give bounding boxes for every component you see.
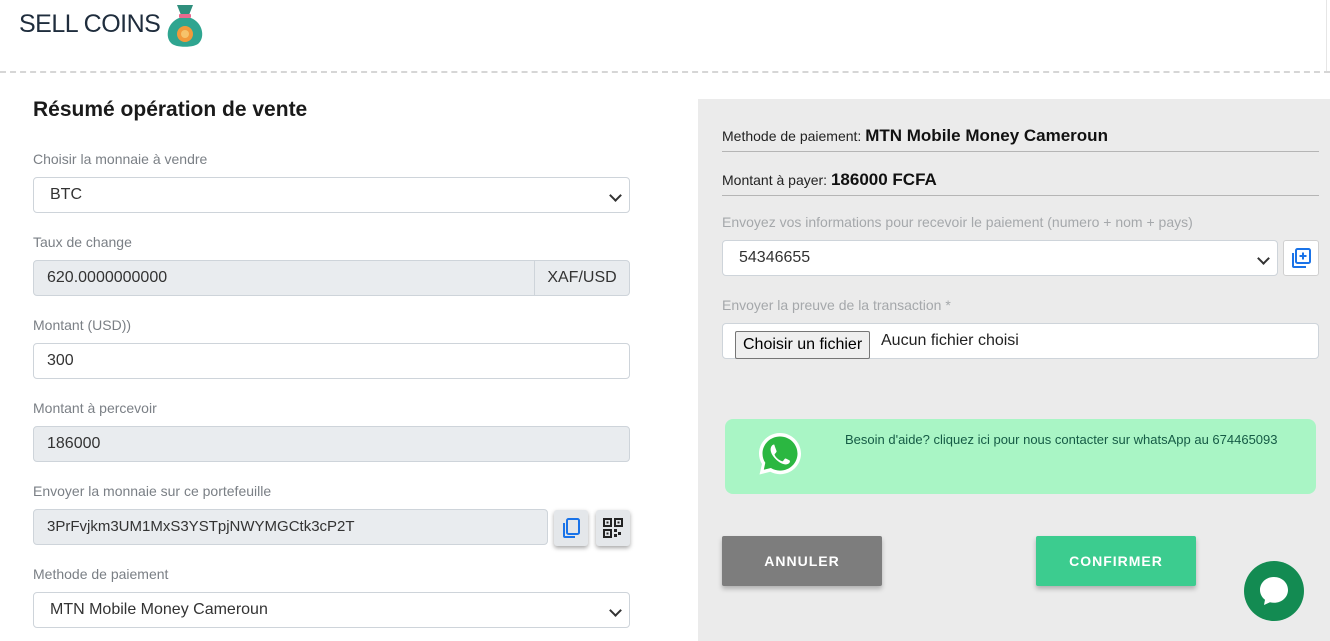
chat-widget-button[interactable] (1244, 561, 1304, 621)
qr-code-button[interactable] (596, 510, 630, 546)
chevron-down-icon (1257, 252, 1270, 265)
amount-input[interactable]: 300 (33, 343, 630, 379)
whatsapp-help-banner[interactable]: Besoin d'aide? cliquez ici pour nous con… (725, 419, 1316, 494)
whatsapp-icon (759, 433, 801, 475)
rate-unit: XAF/USD (534, 260, 630, 296)
chat-bubble-icon (1260, 577, 1288, 605)
currency-select-value: BTC (50, 186, 82, 203)
cancel-button[interactable]: ANNULER (722, 536, 882, 586)
proof-label: Envoyer la preuve de la transaction * (722, 297, 951, 313)
amount-label: Montant (USD)) (33, 317, 132, 333)
help-text: Besoin d'aide? cliquez ici pour nous con… (845, 432, 1278, 447)
method-summary: Methode de paiement: MTN Mobile Money Ca… (722, 126, 1108, 146)
file-status: Aucun fichier choisi (881, 332, 1019, 349)
amount-summary: Montant à payer: 186000 FCFA (722, 170, 937, 190)
page-title: SELL COINS (19, 10, 161, 38)
qr-code-icon (603, 518, 623, 538)
currency-select[interactable]: BTC (33, 177, 630, 213)
info-select[interactable]: 54346655 (722, 240, 1278, 276)
payment-select-value: MTN Mobile Money Cameroun (50, 601, 268, 618)
page-header: SELL COINS (0, 0, 1330, 72)
copy-button[interactable] (554, 510, 588, 546)
add-info-button[interactable] (1283, 240, 1319, 276)
confirm-button[interactable]: CONFIRMER (1036, 536, 1196, 586)
info-label: Envoyez vos informations pour recevoir l… (722, 214, 1193, 230)
chevron-down-icon (609, 189, 622, 202)
copy-icon (563, 518, 580, 538)
divider (722, 195, 1319, 196)
wallet-input[interactable]: 3PrFvjkm3UM1MxS3YSTpjNWYMGCtk3cP2T (33, 509, 548, 545)
wallet-label: Envoyer la monnaie sur ce portefeuille (33, 483, 272, 499)
divider (722, 151, 1319, 152)
rate-input[interactable]: 620.0000000000 (33, 260, 535, 296)
header-divider (1326, 0, 1327, 72)
method-summary-label: Methode de paiement: (722, 128, 862, 144)
receive-input[interactable]: 186000 (33, 426, 630, 462)
dashed-separator (0, 71, 1330, 73)
info-select-value: 54346655 (739, 249, 811, 266)
proof-file-input[interactable]: Choisir un fichier Aucun fichier choisi (722, 323, 1319, 359)
choose-file-button[interactable]: Choisir un fichier (735, 331, 871, 359)
amount-summary-label: Montant à payer: (722, 172, 828, 188)
currency-label: Choisir la monnaie à vendre (33, 151, 208, 167)
receive-label: Montant à percevoir (33, 400, 157, 416)
add-box-icon (1292, 248, 1311, 268)
chevron-down-icon (609, 604, 622, 617)
amount-summary-value: 186000 FCFA (830, 170, 937, 189)
payment-label: Methode de paiement (33, 566, 169, 582)
rate-label: Taux de change (33, 234, 132, 250)
section-heading: Résumé opération de vente (33, 98, 308, 121)
payment-select[interactable]: MTN Mobile Money Cameroun (33, 592, 630, 628)
money-bag-icon (167, 5, 203, 47)
method-summary-value: MTN Mobile Money Cameroun (865, 126, 1108, 145)
